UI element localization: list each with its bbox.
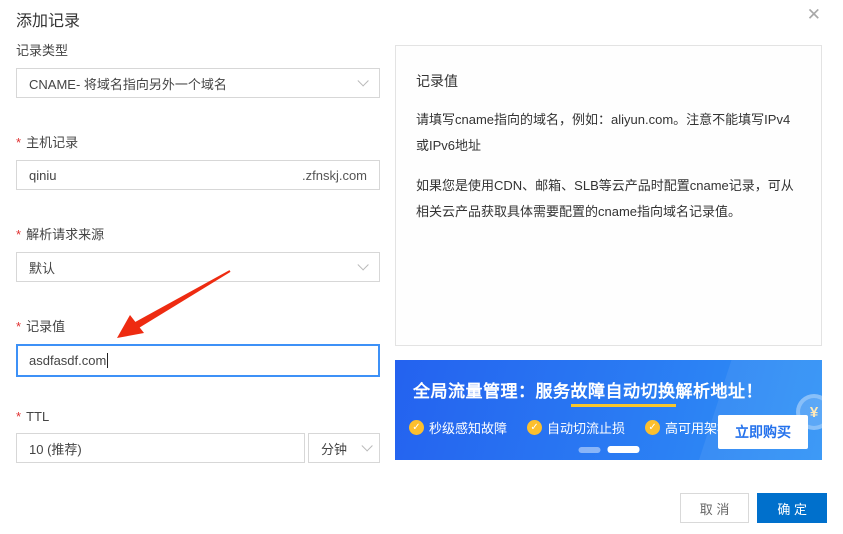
ttl-row: 10 (推荐) 分钟 xyxy=(16,433,380,463)
ttl-value-text: 10 (推荐) xyxy=(29,441,82,457)
cancel-button[interactable]: 取 消 xyxy=(679,493,750,523)
confirm-button[interactable]: 确 定 xyxy=(757,493,827,523)
resolution-line-select[interactable]: 默认 xyxy=(16,252,380,282)
help-panel: 记录值 请填写cname指向的域名，例如：aliyun.com。注意不能填写IP… xyxy=(395,45,822,346)
help-paragraph-1: 请填写cname指向的域名，例如：aliyun.com。注意不能填写IPv4或I… xyxy=(416,112,791,153)
ttl-label-text: TTL xyxy=(26,409,50,424)
help-paragraph-2: 如果您是使用CDN、邮箱、SLB等云产品时配置cname记录，可从相关云产品获取… xyxy=(416,178,794,219)
carousel-dot-active[interactable] xyxy=(607,446,639,453)
banner-title-underlined: 故障自动切换 xyxy=(570,382,676,407)
field-resolution-line: * 解析请求来源 默认 xyxy=(16,224,380,282)
required-asterisk: * xyxy=(16,135,22,150)
host-record-input[interactable]: qiniu .zfnskj.com xyxy=(16,160,380,190)
record-value-input[interactable]: asdfasdf.com xyxy=(16,344,380,377)
ttl-value-input[interactable]: 10 (推荐) xyxy=(16,433,305,463)
banner-title: 全局流量管理：服务故障自动切换解析地址！ xyxy=(413,377,763,407)
check-icon: ✓ xyxy=(645,420,661,435)
help-heading: 记录值 xyxy=(416,73,458,89)
host-record-label-text: 主机记录 xyxy=(26,135,79,150)
buy-now-button[interactable]: 立即购买 xyxy=(718,415,808,449)
record-value-text: asdfasdf.com xyxy=(29,353,107,368)
close-icon[interactable]: ✕ xyxy=(807,6,821,23)
ttl-unit-value: 分钟 xyxy=(321,441,348,457)
record-type-select[interactable]: CNAME- 将域名指向另外一个域名 xyxy=(16,68,380,98)
ttl-label: * TTL xyxy=(16,409,380,424)
record-type-label-text: 记录类型 xyxy=(16,43,69,58)
record-form: 记录类型 CNAME- 将域名指向另外一个域名 * 主机记录 qiniu .zfn… xyxy=(16,40,380,463)
feature-item: ✓ 秒级感知故障 xyxy=(409,418,507,437)
resolution-line-value: 默认 xyxy=(29,260,56,276)
required-asterisk: * xyxy=(16,227,22,242)
carousel-dots xyxy=(578,446,639,453)
resolution-line-label: * 解析请求来源 xyxy=(16,224,380,243)
promo-banner: ¥ 全局流量管理：服务故障自动切换解析地址！ ✓ 秒级感知故障 ✓ 自动切流止损 ✓… xyxy=(395,360,822,460)
ttl-unit-select[interactable]: 分钟 xyxy=(308,433,380,463)
field-record-value: * 记录值 asdfasdf.com xyxy=(16,316,380,377)
field-record-type: 记录类型 CNAME- 将域名指向另外一个域名 xyxy=(16,40,380,98)
host-record-label: * 主机记录 xyxy=(16,132,380,151)
dialog-footer: 取 消 确 定 xyxy=(679,493,827,523)
record-type-label: 记录类型 xyxy=(16,40,380,59)
add-record-dialog: 添加记录 ✕ 记录类型 CNAME- 将域名指向另外一个域名 * 主机记录 qin… xyxy=(0,0,843,534)
text-caret xyxy=(107,353,109,368)
dialog-title: 添加记录 xyxy=(16,13,81,30)
feature-label: 自动切流止损 xyxy=(547,421,626,436)
required-asterisk: * xyxy=(16,319,22,334)
host-record-value: qiniu xyxy=(29,167,57,183)
required-asterisk: * xyxy=(16,409,22,424)
feature-item: ✓ 自动切流止损 xyxy=(527,418,625,437)
check-icon: ✓ xyxy=(527,420,543,435)
feature-label: 秒级感知故障 xyxy=(429,421,508,436)
record-value-label: * 记录值 xyxy=(16,316,380,335)
record-type-value: CNAME- 将域名指向另外一个域名 xyxy=(29,76,227,92)
resolution-line-label-text: 解析请求来源 xyxy=(26,227,105,242)
chevron-down-icon xyxy=(357,75,369,87)
chevron-down-icon xyxy=(357,259,369,271)
banner-features: ✓ 秒级感知故障 ✓ 自动切流止损 ✓ 高可用架构必用 xyxy=(409,418,756,437)
record-value-label-text: 记录值 xyxy=(26,319,66,334)
field-ttl: * TTL 10 (推荐) 分钟 xyxy=(16,409,380,463)
banner-title-pre: 全局流量管理：服务 xyxy=(413,382,571,401)
chevron-down-icon xyxy=(361,440,373,452)
field-host-record: * 主机记录 qiniu .zfnskj.com xyxy=(16,132,380,190)
check-icon: ✓ xyxy=(409,420,424,435)
domain-suffix: .zfnskj.com xyxy=(301,167,367,183)
banner-title-post: 解析地址！ xyxy=(675,382,763,401)
carousel-dot[interactable] xyxy=(578,446,600,453)
